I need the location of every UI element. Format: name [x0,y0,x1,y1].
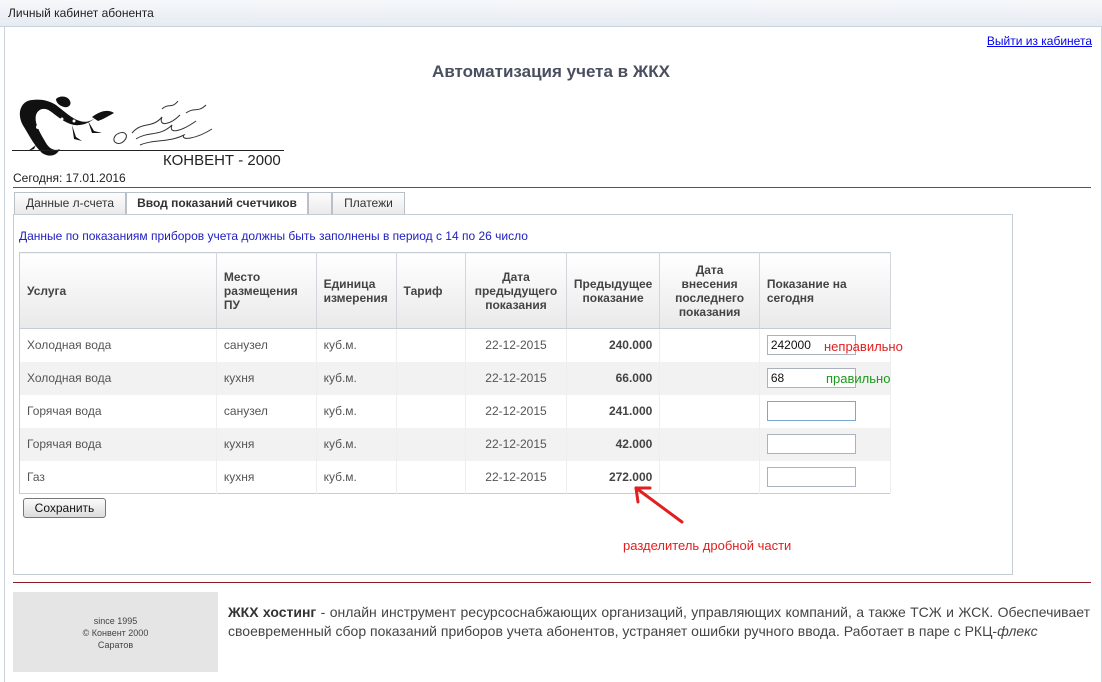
save-button[interactable]: Сохранить [23,498,106,518]
cell-place: кухня [216,460,317,494]
cell-prev-date: 22-12-2015 [465,328,567,362]
cell-place: кухня [216,361,317,395]
col-prev-date: Дата предыдущего показания [465,252,567,329]
readings-table: Услуга Место размещения ПУ Единица измер… [19,252,892,494]
footer-logo-box: since 1995 © Конвент 2000 Саратов [13,592,218,672]
cell-tariff [396,361,467,395]
today-date: Сегодня: 17.01.2016 [13,171,126,185]
table-row: Горячая вода кухня куб.м. 22-12-2015 42.… [19,427,892,461]
logout-link[interactable]: Выйти из кабинета [987,34,1092,48]
col-tariff: Тариф [396,252,467,329]
footer-brand: ЖКХ хостинг [228,604,317,620]
cell-tariff [396,394,467,428]
footer-description: ЖКХ хостинг - онлайн инструмент ресурсос… [228,603,1090,641]
tab-account-data[interactable]: Данные л-счета [14,192,126,214]
footer-flex: флекс [997,623,1038,639]
cell-service: Холодная вода [19,361,217,395]
cell-unit: куб.м. [316,328,397,362]
cell-prev-value: 66.000 [566,361,661,395]
table-header-row: Услуга Место размещения ПУ Единица измер… [19,252,892,329]
cell-unit: куб.м. [316,394,397,428]
notice-text: Данные по показаниям приборов учета долж… [19,229,528,243]
cell-service: Горячая вода [19,394,217,428]
cell-today [759,394,892,428]
cell-prev-date: 22-12-2015 [465,460,567,494]
annotation-separator: разделитель дробной части [623,538,792,553]
cell-prev-date: 22-12-2015 [465,394,567,428]
tab-blank[interactable] [308,192,332,214]
footer-description-text: - онлайн инструмент ресурсоснабжающих ор… [228,604,1090,639]
table-row: Горячая вода санузел куб.м. 22-12-2015 2… [19,394,892,428]
cell-last-date [659,361,760,395]
cell-tariff [396,460,467,494]
tab-payments[interactable]: Платежи [332,192,405,214]
footer-since: since 1995 [93,616,138,626]
cell-service: Газ [19,460,217,494]
app-title: Автоматизация учета в ЖКХ [432,62,670,81]
col-place: Место размещения ПУ [216,252,317,329]
cell-prev-value: 42.000 [566,427,661,461]
tab-meter-readings[interactable]: Ввод показаний счетчиков [126,192,308,215]
footer-city: Саратов [97,640,134,650]
cell-prev-value: 241.000 [566,394,661,428]
cell-tariff [396,328,467,362]
logo-underline [12,150,284,151]
logo-text: КОНВЕНТ - 2000 [163,152,281,169]
cell-place: санузел [216,328,317,362]
annotation-wrong: неправильно [824,339,903,354]
col-today: Показание на сегодня [759,252,892,329]
col-service: Услуга [19,252,217,329]
table-row: Газ кухня куб.м. 22-12-2015 272.000 [19,460,892,494]
cell-tariff [396,427,467,461]
cell-unit: куб.м. [316,460,397,494]
col-last-date: Дата внесения последнего показания [659,252,760,329]
cell-prev-value: 240.000 [566,328,661,362]
reading-input[interactable] [766,466,856,487]
cell-service: Горячая вода [19,427,217,461]
footer-divider [13,582,1091,583]
col-prev-value: Предыдущее показание [566,252,661,329]
cell-today [759,460,892,494]
reading-input[interactable] [766,401,856,421]
reading-input[interactable] [766,434,856,454]
cell-unit: куб.м. [316,361,397,395]
cell-last-date [659,427,760,461]
cell-service: Холодная вода [19,328,217,362]
window-title-bar: Личный кабинет абонента [0,0,1102,27]
cell-prev-date: 22-12-2015 [465,361,567,395]
cell-last-date [659,328,760,362]
header-divider [13,187,1091,188]
table-row: Холодная вода санузел куб.м. 22-12-2015 … [19,328,892,362]
cell-prev-date: 22-12-2015 [465,427,567,461]
cell-unit: куб.м. [316,427,397,461]
table-row: Холодная вода кухня куб.м. 22-12-2015 66… [19,361,892,395]
cell-place: санузел [216,394,317,428]
red-arrow-icon [634,486,684,524]
cell-place: кухня [216,427,317,461]
cell-last-date [659,394,760,428]
cell-today [759,427,892,461]
annotation-right: правильно [826,371,891,386]
col-unit: Единица измерения [316,252,397,329]
footer-copyright: © Конвент 2000 [82,628,149,638]
window-title: Личный кабинет абонента [8,6,154,20]
